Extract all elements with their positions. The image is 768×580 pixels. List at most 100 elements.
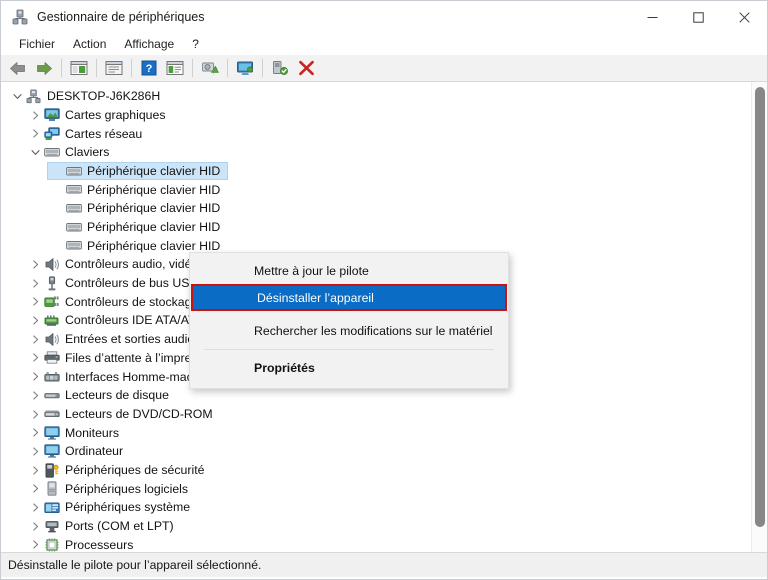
chevron-right-icon[interactable]	[27, 110, 43, 120]
tree-row-label: Cartes graphiques	[65, 107, 166, 122]
context-menu-item-update-driver[interactable]: Mettre à jour le pilote	[190, 259, 508, 283]
enable-device-icon[interactable]	[267, 56, 293, 80]
show-hide-console-tree-icon[interactable]	[66, 56, 92, 80]
computer-icon	[25, 89, 42, 104]
tree-row-label: Contrôleurs de stockage	[65, 294, 199, 309]
tree-row[interactable]: Cartes graphiques	[1, 106, 743, 125]
menu-help[interactable]: ?	[183, 35, 208, 53]
processor-icon	[43, 538, 60, 552]
tree-row[interactable]: Processeurs	[1, 536, 743, 553]
keyboard-icon	[65, 203, 82, 214]
chevron-right-icon[interactable]	[27, 372, 43, 381]
monitor-icon	[43, 444, 60, 459]
keyboard-icon	[65, 222, 82, 233]
tree-row-label: Ports (COM et LPT)	[65, 519, 174, 533]
tree-row[interactable]: Moniteurs	[1, 423, 743, 442]
tree-row[interactable]: Ordinateur	[1, 442, 743, 461]
ide-controller-icon	[43, 314, 60, 327]
keyboard-icon	[65, 166, 82, 177]
chevron-right-icon[interactable]	[27, 391, 43, 400]
tree-row[interactable]: Périphérique clavier HID	[1, 180, 743, 199]
toolbar-separator	[192, 59, 193, 77]
tree-row-label: Entrées et sorties audio	[65, 332, 195, 347]
back-arrow-icon[interactable]	[5, 56, 31, 80]
usb-icon	[43, 276, 60, 291]
minimize-icon[interactable]	[629, 1, 675, 33]
context-menu-gap	[190, 312, 508, 319]
view-details-icon[interactable]	[162, 56, 188, 80]
chevron-right-icon[interactable]	[27, 297, 43, 306]
tree-row[interactable]: DESKTOP-J6K286H	[1, 87, 743, 106]
chevron-right-icon[interactable]	[27, 484, 43, 493]
uninstall-device-icon[interactable]	[293, 56, 319, 80]
status-bar-text: Désinstalle le pilote pour l’appareil sé…	[8, 558, 262, 572]
tree-row[interactable]: Périphériques de sécurité	[1, 461, 743, 480]
properties-icon[interactable]	[101, 56, 127, 80]
menu-action[interactable]: Action	[64, 35, 115, 53]
chevron-right-icon[interactable]	[27, 540, 43, 549]
toolbar: ?	[1, 55, 767, 82]
chevron-right-icon[interactable]	[27, 260, 43, 269]
tree-row-label: Périphériques de sécurité	[65, 462, 205, 477]
context-menu-item-scan-hardware[interactable]: Rechercher les modifications sur le maté…	[190, 319, 508, 343]
scan-hardware-changes-icon[interactable]	[232, 56, 258, 80]
window-controls	[629, 1, 767, 33]
menu-affichage[interactable]: Affichage	[115, 35, 183, 53]
toolbar-separator	[61, 59, 62, 77]
chevron-down-icon[interactable]	[27, 148, 43, 157]
close-icon[interactable]	[721, 1, 767, 33]
tree-row[interactable]: Périphérique clavier HID	[1, 199, 743, 218]
update-driver-icon[interactable]	[197, 56, 223, 80]
chevron-down-icon[interactable]	[9, 92, 25, 101]
tree-row-label: Périphérique clavier HID	[87, 238, 221, 253]
tree-row-label: Ordinateur	[65, 444, 124, 459]
chevron-right-icon[interactable]	[27, 447, 43, 456]
vertical-scrollbar[interactable]	[751, 82, 767, 552]
chevron-right-icon[interactable]	[27, 129, 43, 138]
title-bar: Gestionnaire de périphériques	[1, 1, 767, 33]
chevron-right-icon[interactable]	[27, 428, 43, 437]
toolbar-separator	[96, 59, 97, 77]
title-bar-left: Gestionnaire de périphériques	[1, 9, 629, 25]
scrollbar-thumb[interactable]	[755, 87, 765, 527]
tree-row[interactable]: Cartes réseau	[1, 124, 743, 143]
chevron-right-icon[interactable]	[27, 316, 43, 325]
network-adapter-icon	[43, 127, 60, 141]
tree-row[interactable]: Périphérique clavier HID	[1, 161, 743, 181]
help-icon[interactable]: ?	[136, 56, 162, 80]
chevron-right-icon[interactable]	[27, 353, 43, 363]
forward-arrow-icon[interactable]	[31, 56, 57, 80]
tree-row[interactable]: Lecteurs de DVD/CD-ROM	[1, 405, 743, 424]
tree-row-label: Périphériques système	[65, 500, 191, 515]
status-bar: Désinstalle le pilote pour l’appareil sé…	[1, 553, 767, 577]
monitor-icon	[43, 426, 60, 440]
tree-row[interactable]: Périphérique clavier HID	[1, 218, 743, 237]
hid-icon	[43, 371, 60, 383]
context-menu-separator	[204, 349, 494, 350]
security-device-icon	[43, 462, 60, 478]
tree-row-label: Périphérique clavier HID	[87, 163, 221, 178]
svg-text:?: ?	[146, 63, 153, 75]
chevron-right-icon[interactable]	[27, 409, 43, 419]
maximize-icon[interactable]	[675, 1, 721, 33]
tree-row[interactable]: Claviers	[1, 143, 743, 162]
keyboard-icon	[65, 240, 82, 251]
keyboard-icon	[65, 184, 82, 195]
display-adapter-icon	[43, 108, 60, 122]
context-menu[interactable]: Mettre à jour le pilote Désinstaller l’a…	[189, 252, 509, 389]
context-menu-item-properties[interactable]: Propriétés	[190, 356, 508, 380]
context-menu-item-uninstall-device[interactable]: Désinstaller l’appareil	[193, 286, 505, 309]
speaker-icon	[43, 332, 60, 347]
tree-row[interactable]: Périphériques logiciels	[1, 479, 743, 498]
printer-icon	[43, 351, 60, 365]
chevron-right-icon[interactable]	[27, 466, 43, 475]
keyboard-icon	[43, 147, 60, 158]
dvd-drive-icon	[43, 409, 60, 419]
chevron-right-icon[interactable]	[27, 335, 43, 344]
chevron-right-icon[interactable]	[27, 522, 43, 531]
chevron-right-icon[interactable]	[27, 503, 43, 512]
tree-row[interactable]: Ports (COM et LPT)	[1, 517, 743, 536]
menu-fichier[interactable]: Fichier	[10, 35, 64, 53]
tree-row[interactable]: Périphériques système	[1, 498, 743, 517]
chevron-right-icon[interactable]	[27, 279, 43, 288]
